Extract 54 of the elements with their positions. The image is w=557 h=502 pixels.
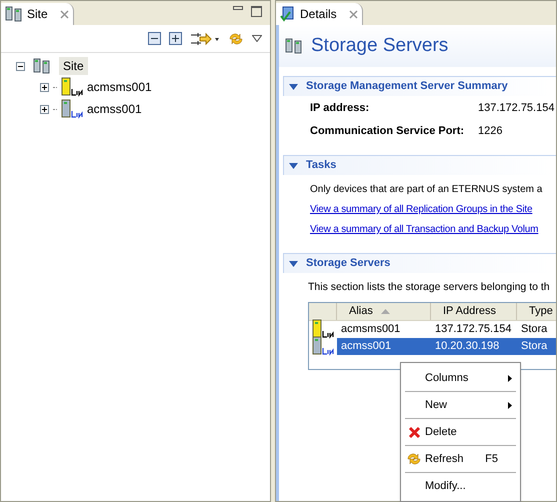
refresh-icon bbox=[406, 451, 422, 467]
delete-icon bbox=[408, 426, 421, 438]
field-label: IP address: bbox=[310, 101, 370, 116]
close-icon[interactable] bbox=[60, 10, 69, 18]
tree-item[interactable]: acmsms001 bbox=[87, 78, 152, 96]
collapse-icon[interactable] bbox=[289, 260, 298, 266]
submenu-arrow-icon bbox=[508, 402, 512, 408]
collapse-toggle[interactable] bbox=[16, 62, 25, 70]
expand-all-icon[interactable] bbox=[169, 32, 182, 45]
collapse-icon[interactable] bbox=[289, 84, 298, 90]
section-header[interactable]: Tasks bbox=[283, 155, 556, 175]
collapse-all-icon[interactable] bbox=[148, 32, 161, 45]
description-text: This section lists the storage servers belonging to th bbox=[308, 280, 551, 295]
task-link[interactable]: View a summary of all Replication Groups in the Site bbox=[310, 202, 556, 217]
menu-item[interactable]: Refresh F5 bbox=[405, 446, 516, 472]
server-icon bbox=[312, 336, 334, 356]
menu-item[interactable]: Columns bbox=[405, 365, 516, 391]
view-menu-icon[interactable] bbox=[252, 35, 262, 42]
servers-icon bbox=[285, 38, 303, 54]
section-header[interactable]: Storage Servers bbox=[283, 253, 556, 273]
servers-icon bbox=[5, 6, 23, 22]
maximize-icon[interactable] bbox=[251, 6, 262, 17]
tree-item[interactable]: acmss001 bbox=[87, 100, 142, 118]
table-row[interactable]: acmss001 10.20.30.198 Stora bbox=[337, 338, 556, 355]
column-header[interactable]: Alias bbox=[337, 302, 431, 320]
details-icon bbox=[280, 6, 296, 22]
minimize-icon[interactable] bbox=[233, 6, 243, 10]
field-value: 1226 bbox=[478, 124, 504, 138]
server-icon bbox=[61, 77, 83, 97]
menu-item[interactable]: Delete bbox=[405, 419, 516, 445]
task-link[interactable]: View a summary of all Transaction and Backup Volum bbox=[310, 222, 556, 237]
column-header[interactable]: IP Address bbox=[431, 302, 517, 320]
close-icon[interactable] bbox=[348, 10, 358, 18]
table-row[interactable]: acmsms001 137.172.75.154 Stora bbox=[337, 320, 556, 338]
description-text: Only devices that are part of an ETERNUS system a bbox=[310, 183, 544, 197]
site-icon bbox=[33, 58, 51, 74]
collapse-icon[interactable] bbox=[289, 162, 298, 168]
page-title: Storage Servers bbox=[311, 34, 448, 58]
field-label: Communication Service Port: bbox=[310, 124, 466, 138]
menu-item[interactable]: Modify... bbox=[405, 473, 516, 499]
link-arrows-icon[interactable] bbox=[190, 32, 220, 46]
refresh-icon[interactable] bbox=[228, 30, 244, 46]
site-tab[interactable]: Site bbox=[1, 3, 74, 25]
menu-item[interactable]: New bbox=[405, 392, 516, 418]
expand-toggle[interactable] bbox=[40, 82, 49, 92]
field-value: 137.172.75.154 bbox=[478, 101, 556, 116]
expand-toggle[interactable] bbox=[40, 104, 49, 114]
section-header[interactable]: Storage Management Server Summary bbox=[283, 76, 556, 96]
tree-item[interactable]: Site bbox=[59, 57, 88, 75]
column-header[interactable]: Type bbox=[517, 302, 556, 320]
server-icon bbox=[312, 319, 334, 340]
server-icon bbox=[61, 99, 83, 119]
submenu-arrow-icon bbox=[508, 374, 512, 382]
details-tab[interactable]: Details bbox=[276, 3, 363, 25]
